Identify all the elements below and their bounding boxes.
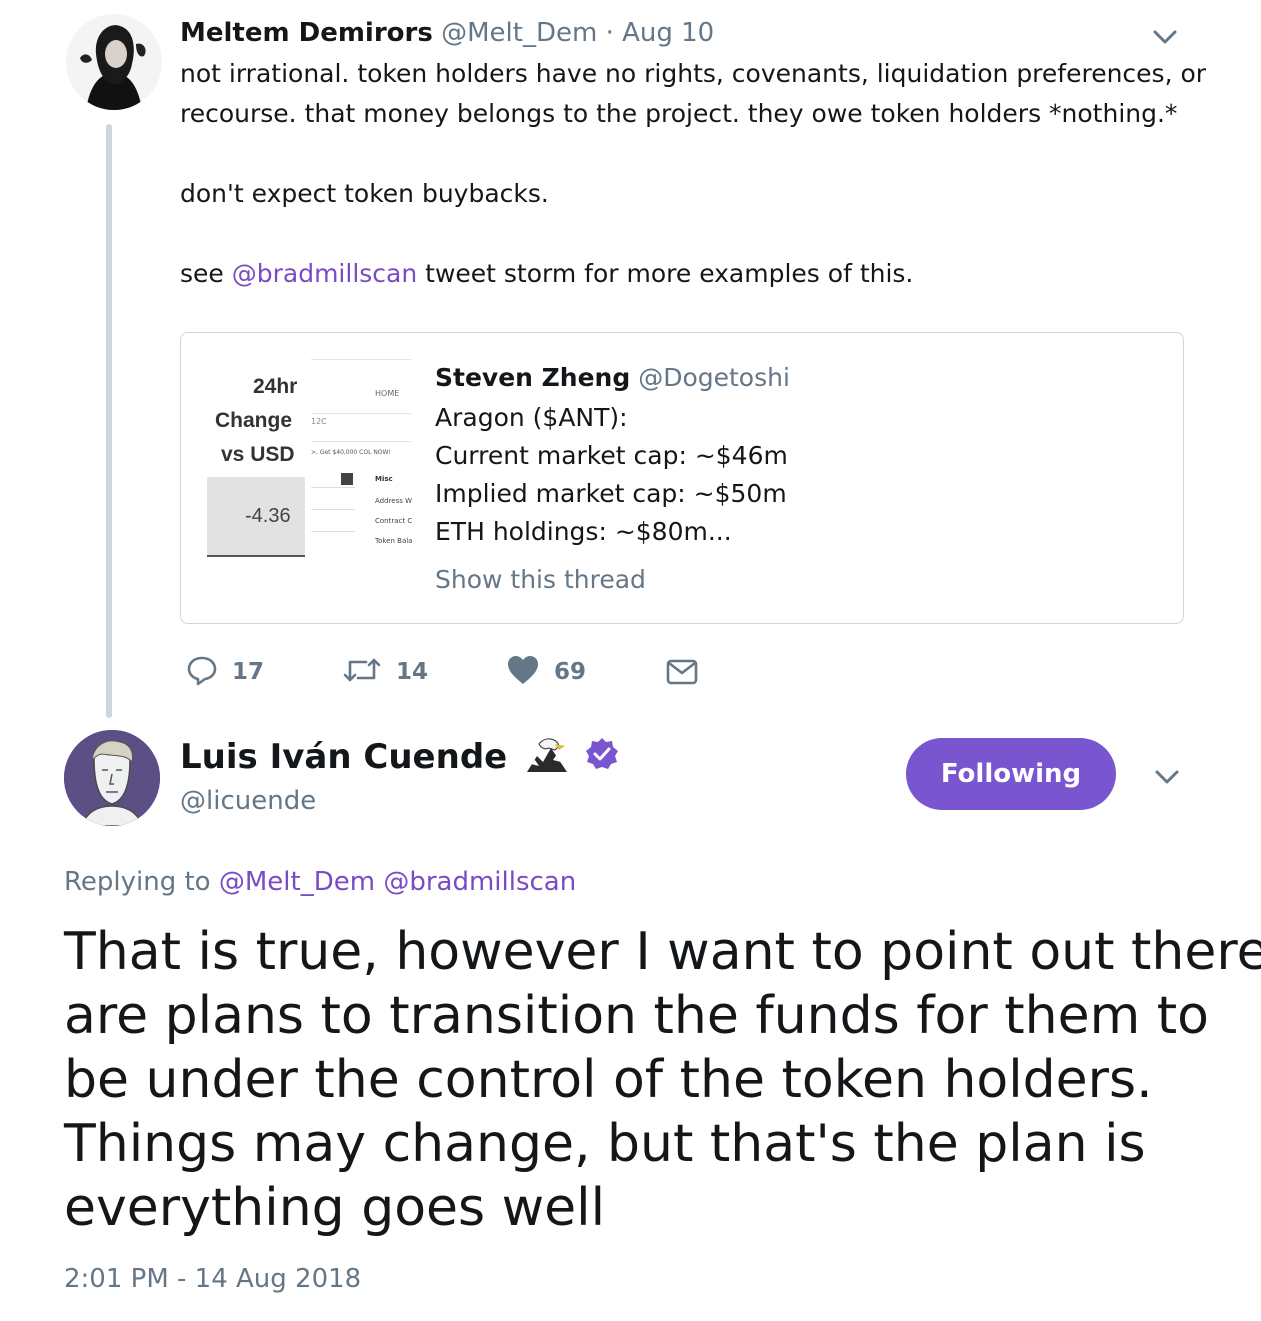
retweet-count: 14: [396, 659, 429, 685]
tweet-text-line: not irrational. token holders have no ri…: [180, 59, 1207, 88]
reply-text-line: That is true, however I want to point ou…: [64, 922, 1261, 982]
quoted-text-line: Aragon ($ANT):: [435, 403, 628, 432]
reply-text-line: are plans to transition the funds for th…: [64, 986, 1209, 1046]
parent-tweet-header: Meltem Demirors @Melt_Dem · Aug 10: [180, 16, 714, 50]
thumb-misc: Misc: [375, 475, 393, 483]
text-suffix: tweet storm for more examples of this.: [417, 259, 914, 288]
tweet-date[interactable]: Aug 10: [622, 18, 714, 48]
thumb-promo: >, Get $40,000 COL NOW!: [311, 449, 391, 456]
reply-author-name[interactable]: Luis Iván Cuende: [180, 737, 507, 777]
quoted-tweet-card[interactable]: 24hr Change vs USD -4.36 HOME 12C >, Get…: [180, 332, 1184, 624]
replying-mention[interactable]: @Melt_Dem: [219, 867, 375, 897]
thumb-home: HOME: [375, 389, 400, 398]
tweet-text-line: don't expect token buybacks.: [180, 179, 549, 208]
reply-action[interactable]: 17: [186, 650, 264, 694]
tweet-text-line: see @bradmillscan tweet storm for more e…: [180, 254, 913, 294]
thumb-header: vs USD: [221, 443, 295, 466]
replying-mention[interactable]: @bradmillscan: [383, 867, 576, 897]
reply-text-line: Things may change, but that's the plan i…: [64, 1114, 1146, 1174]
quoted-author-name[interactable]: Steven Zheng: [435, 363, 630, 392]
header-separator: ·: [605, 18, 614, 48]
reply-icon: [186, 654, 218, 690]
author-handle[interactable]: @Melt_Dem: [441, 18, 597, 48]
mention-link[interactable]: @bradmillscan: [232, 259, 417, 288]
thumb-value-cell: -4.36: [207, 477, 305, 557]
thumb-contract: Contract C: [375, 517, 413, 525]
reply-count: 17: [232, 659, 265, 685]
like-icon: [506, 654, 540, 690]
reply-author-row: Luis Iván Cuende: [180, 734, 619, 783]
thumb-token: Token Bala: [375, 537, 413, 545]
quoted-text-line: ETH holdings: ~$80m...: [435, 517, 732, 546]
reply-text-line: be under the control of the token holder…: [64, 1050, 1153, 1110]
quoted-author-handle[interactable]: @Dogetoshi: [638, 363, 790, 392]
thumb-header: 24hr: [253, 375, 298, 398]
verified-badge-icon: [585, 737, 619, 780]
tweet-text-line: recourse. that money belongs to the proj…: [180, 99, 1178, 128]
thumb-header: Change: [215, 409, 293, 432]
avatar-meltem[interactable]: [66, 14, 162, 110]
following-button[interactable]: Following: [906, 738, 1116, 810]
like-action[interactable]: 69: [506, 650, 586, 694]
avatar-luis[interactable]: [64, 730, 160, 826]
show-thread-link[interactable]: Show this thread: [435, 561, 646, 599]
direct-message-icon[interactable]: [666, 650, 698, 694]
caret-down-icon[interactable]: [1152, 762, 1182, 792]
quoted-text-line: Current market cap: ~$46m: [435, 441, 788, 470]
retweet-icon: [342, 654, 382, 690]
replying-to: Replying to @Melt_Dem @bradmillscan: [64, 866, 576, 898]
replying-prefix: Replying to: [64, 867, 219, 897]
quoted-tweet-image: 24hr Change vs USD -4.36 HOME 12C >, Get…: [205, 357, 435, 587]
thumb-value: -4.36: [245, 505, 291, 527]
text-prefix: see: [180, 259, 232, 288]
quoted-text-line: Implied market cap: ~$50m: [435, 479, 787, 508]
author-name[interactable]: Meltem Demirors: [180, 18, 433, 48]
quoted-header: Steven Zheng @Dogetoshi: [435, 359, 790, 397]
tweet-timestamp[interactable]: 2:01 PM - 14 Aug 2018: [64, 1262, 361, 1296]
caret-down-icon[interactable]: [1150, 22, 1180, 52]
thumb-address: Address W: [375, 497, 413, 505]
reply-author-handle[interactable]: @licuende: [180, 784, 316, 818]
like-count: 69: [554, 659, 587, 685]
thread-connector-line: [106, 124, 112, 718]
retweet-action[interactable]: 14: [342, 650, 428, 694]
eagle-emoji-icon: [525, 734, 569, 783]
reply-tweet-text: That is true, however I want to point ou…: [64, 920, 1261, 1240]
reply-text-line: everything goes well: [64, 1178, 606, 1238]
thumb-tag: 12C: [311, 417, 327, 426]
